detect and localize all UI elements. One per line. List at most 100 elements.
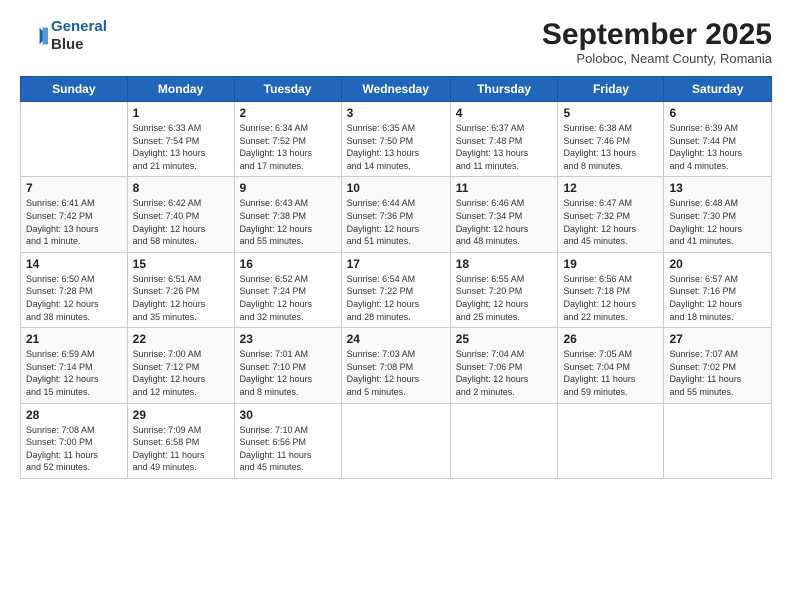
day-info: Sunrise: 6:33 AM Sunset: 7:54 PM Dayligh… [133,122,229,172]
calendar-cell: 2 Sunrise: 6:34 AM Sunset: 7:52 PM Daylig… [234,102,341,177]
day-number: 12 [563,181,658,195]
day-info: Sunrise: 6:44 AM Sunset: 7:36 PM Dayligh… [347,197,445,247]
day-info: Sunrise: 7:03 AM Sunset: 7:08 PM Dayligh… [347,348,445,398]
day-info: Sunrise: 7:10 AM Sunset: 6:56 PM Dayligh… [240,424,336,474]
day-number: 24 [347,332,445,346]
day-info: Sunrise: 7:04 AM Sunset: 7:06 PM Dayligh… [456,348,553,398]
day-number: 29 [133,408,229,422]
calendar-cell [558,403,664,478]
logo: General Blue [20,18,107,54]
weekday-header-row: SundayMondayTuesdayWednesdayThursdayFrid… [21,77,772,102]
day-number: 19 [563,257,658,271]
day-number: 5 [563,106,658,120]
calendar-cell: 4 Sunrise: 6:37 AM Sunset: 7:48 PM Daylig… [450,102,558,177]
day-number: 10 [347,181,445,195]
day-info: Sunrise: 6:55 AM Sunset: 7:20 PM Dayligh… [456,273,553,323]
day-number: 22 [133,332,229,346]
day-info: Sunrise: 6:48 AM Sunset: 7:30 PM Dayligh… [669,197,766,247]
calendar-cell: 30 Sunrise: 7:10 AM Sunset: 6:56 PM Dayli… [234,403,341,478]
week-row-3: 14 Sunrise: 6:50 AM Sunset: 7:28 PM Dayli… [21,252,772,327]
day-info: Sunrise: 6:57 AM Sunset: 7:16 PM Dayligh… [669,273,766,323]
day-number: 1 [133,106,229,120]
day-number: 11 [456,181,553,195]
day-number: 25 [456,332,553,346]
day-info: Sunrise: 6:54 AM Sunset: 7:22 PM Dayligh… [347,273,445,323]
week-row-5: 28 Sunrise: 7:08 AM Sunset: 7:00 PM Dayli… [21,403,772,478]
calendar-cell: 13 Sunrise: 6:48 AM Sunset: 7:30 PM Dayli… [664,177,772,252]
calendar-cell: 9 Sunrise: 6:43 AM Sunset: 7:38 PM Daylig… [234,177,341,252]
day-number: 21 [26,332,122,346]
day-info: Sunrise: 6:46 AM Sunset: 7:34 PM Dayligh… [456,197,553,247]
day-info: Sunrise: 7:08 AM Sunset: 7:00 PM Dayligh… [26,424,122,474]
day-number: 17 [347,257,445,271]
day-number: 20 [669,257,766,271]
calendar-cell: 21 Sunrise: 6:59 AM Sunset: 7:14 PM Dayli… [21,328,128,403]
calendar-cell: 10 Sunrise: 6:44 AM Sunset: 7:36 PM Dayli… [341,177,450,252]
day-info: Sunrise: 7:07 AM Sunset: 7:02 PM Dayligh… [669,348,766,398]
calendar-cell: 1 Sunrise: 6:33 AM Sunset: 7:54 PM Daylig… [127,102,234,177]
calendar-cell: 6Sunrise: 6:39 AM Sunset: 7:44 PM Daylig… [664,102,772,177]
calendar-cell [21,102,128,177]
calendar-cell: 18 Sunrise: 6:55 AM Sunset: 7:20 PM Dayli… [450,252,558,327]
week-row-4: 21 Sunrise: 6:59 AM Sunset: 7:14 PM Dayli… [21,328,772,403]
day-number: 9 [240,181,336,195]
day-number: 15 [133,257,229,271]
calendar-cell [341,403,450,478]
day-number: 28 [26,408,122,422]
day-info: Sunrise: 7:09 AM Sunset: 6:58 PM Dayligh… [133,424,229,474]
weekday-header-thursday: Thursday [450,77,558,102]
day-info: Sunrise: 7:00 AM Sunset: 7:12 PM Dayligh… [133,348,229,398]
calendar-cell: 29 Sunrise: 7:09 AM Sunset: 6:58 PM Dayli… [127,403,234,478]
weekday-header-tuesday: Tuesday [234,77,341,102]
day-info: Sunrise: 6:42 AM Sunset: 7:40 PM Dayligh… [133,197,229,247]
calendar-cell: 14 Sunrise: 6:50 AM Sunset: 7:28 PM Dayli… [21,252,128,327]
weekday-header-sunday: Sunday [21,77,128,102]
location-subtitle: Poloboc, Neamt County, Romania [542,51,772,66]
weekday-header-saturday: Saturday [664,77,772,102]
calendar-cell: 22 Sunrise: 7:00 AM Sunset: 7:12 PM Dayli… [127,328,234,403]
calendar-cell: 20 Sunrise: 6:57 AM Sunset: 7:16 PM Dayli… [664,252,772,327]
calendar-cell: 26Sunrise: 7:05 AM Sunset: 7:04 PM Dayli… [558,328,664,403]
day-number: 13 [669,181,766,195]
day-number: 16 [240,257,336,271]
month-title: September 2025 [542,18,772,51]
weekday-header-friday: Friday [558,77,664,102]
calendar-cell: 7 Sunrise: 6:41 AM Sunset: 7:42 PM Daylig… [21,177,128,252]
calendar-cell: 23Sunrise: 7:01 AM Sunset: 7:10 PM Dayli… [234,328,341,403]
day-number: 4 [456,106,553,120]
day-number: 30 [240,408,336,422]
day-info: Sunrise: 6:47 AM Sunset: 7:32 PM Dayligh… [563,197,658,247]
day-number: 18 [456,257,553,271]
day-number: 2 [240,106,336,120]
header: General Blue September 2025 Poloboc, Nea… [20,18,772,66]
calendar-cell: 24 Sunrise: 7:03 AM Sunset: 7:08 PM Dayli… [341,328,450,403]
calendar-cell: 25 Sunrise: 7:04 AM Sunset: 7:06 PM Dayli… [450,328,558,403]
weekday-header-monday: Monday [127,77,234,102]
day-info: Sunrise: 6:37 AM Sunset: 7:48 PM Dayligh… [456,122,553,172]
calendar-cell: 27Sunrise: 7:07 AM Sunset: 7:02 PM Dayli… [664,328,772,403]
calendar-cell: 16Sunrise: 6:52 AM Sunset: 7:24 PM Dayli… [234,252,341,327]
day-number: 8 [133,181,229,195]
day-info: Sunrise: 7:01 AM Sunset: 7:10 PM Dayligh… [240,348,336,398]
calendar-cell: 3Sunrise: 6:35 AM Sunset: 7:50 PM Daylig… [341,102,450,177]
day-info: Sunrise: 6:35 AM Sunset: 7:50 PM Dayligh… [347,122,445,172]
day-info: Sunrise: 6:41 AM Sunset: 7:42 PM Dayligh… [26,197,122,247]
calendar-cell: 19 Sunrise: 6:56 AM Sunset: 7:18 PM Dayli… [558,252,664,327]
calendar-table: SundayMondayTuesdayWednesdayThursdayFrid… [20,76,772,479]
day-info: Sunrise: 6:50 AM Sunset: 7:28 PM Dayligh… [26,273,122,323]
day-info: Sunrise: 6:38 AM Sunset: 7:46 PM Dayligh… [563,122,658,172]
day-number: 7 [26,181,122,195]
day-number: 26 [563,332,658,346]
calendar-cell: 11 Sunrise: 6:46 AM Sunset: 7:34 PM Dayli… [450,177,558,252]
day-info: Sunrise: 6:34 AM Sunset: 7:52 PM Dayligh… [240,122,336,172]
calendar-cell: 5 Sunrise: 6:38 AM Sunset: 7:46 PM Daylig… [558,102,664,177]
calendar-cell: 28 Sunrise: 7:08 AM Sunset: 7:00 PM Dayli… [21,403,128,478]
day-info: Sunrise: 6:59 AM Sunset: 7:14 PM Dayligh… [26,348,122,398]
calendar-cell: 8 Sunrise: 6:42 AM Sunset: 7:40 PM Daylig… [127,177,234,252]
weekday-header-wednesday: Wednesday [341,77,450,102]
logo-icon [20,22,48,50]
day-number: 14 [26,257,122,271]
day-info: Sunrise: 6:43 AM Sunset: 7:38 PM Dayligh… [240,197,336,247]
day-info: Sunrise: 6:56 AM Sunset: 7:18 PM Dayligh… [563,273,658,323]
week-row-2: 7 Sunrise: 6:41 AM Sunset: 7:42 PM Daylig… [21,177,772,252]
